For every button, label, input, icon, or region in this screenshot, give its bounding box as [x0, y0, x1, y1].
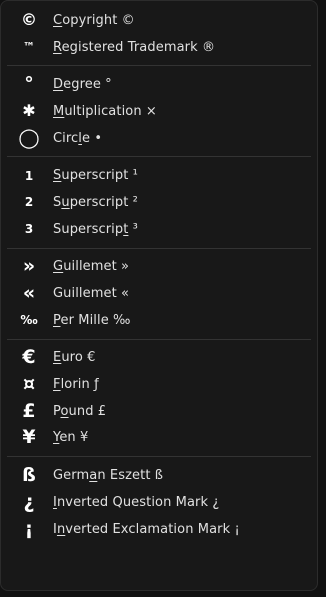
menu-item-per-mille[interactable]: ‰ Per Mille ‰ [1, 307, 317, 334]
menu-item-florin[interactable]: ¤ Florin ƒ [1, 371, 317, 398]
menu-item-label: Copyright © [53, 12, 135, 28]
menu-separator [7, 338, 311, 340]
inverted-question-mark-icon: ¿ [23, 490, 35, 513]
menu-item-label: Superscript ³ [53, 221, 138, 237]
menu-item-label: Inverted Exclamation Mark ¡ [53, 521, 240, 537]
menu-item-superscript-3[interactable]: 3 Superscript ³ [1, 216, 317, 243]
menu-separator [7, 156, 311, 158]
menu-item-label: Euro € [53, 350, 96, 366]
menu-item-label: Multiplication × [53, 103, 157, 119]
menu-item-label: German Eszett ß [53, 468, 164, 484]
menu-item-pound[interactable]: £ Pound £ [1, 398, 317, 425]
yen-icon: ¥ [22, 426, 36, 449]
menu-item-copyright[interactable]: © Copyright © [1, 7, 317, 34]
menu-item-euro[interactable]: € Euro € [1, 345, 317, 372]
menu-item-inverted-question-mark[interactable]: ¿ Inverted Question Mark ¿ [1, 489, 317, 516]
menu-separator [7, 247, 311, 249]
special-characters-menu: © Copyright © ™ Registered Trademark ® °… [0, 0, 318, 591]
trademark-icon: ™ [23, 40, 35, 55]
superscript-two-icon: 2 [24, 195, 34, 210]
menu-item-superscript-1[interactable]: 1 Superscript ¹ [1, 162, 317, 189]
menu-item-label: Florin ƒ [53, 377, 99, 393]
copyright-icon: © [21, 10, 37, 30]
circle-icon: ◯ [18, 126, 40, 149]
menu-item-guillemet-left[interactable]: « Guillemet « [1, 280, 317, 307]
menu-item-label: Superscript ¹ [53, 168, 138, 184]
menu-item-label: Guillemet » [53, 259, 130, 275]
eszett-icon: ß [22, 464, 36, 487]
menu-item-inverted-exclamation-mark[interactable]: ¡ Inverted Exclamation Mark ¡ [1, 516, 317, 543]
menu-item-german-eszett[interactable]: ß German Eszett ß [1, 462, 317, 489]
superscript-one-icon: 1 [24, 168, 34, 183]
per-mille-icon: ‰ [20, 313, 38, 328]
menu-item-label: Superscript ² [53, 194, 138, 210]
menu-item-label: Per Mille ‰ [53, 312, 131, 328]
menu-item-guillemet-right[interactable]: » Guillemet » [1, 254, 317, 281]
euro-icon: € [22, 346, 36, 369]
guillemet-left-icon: « [22, 282, 36, 305]
inverted-exclamation-mark-icon: ¡ [24, 517, 34, 540]
menu-item-circle[interactable]: ◯ Circle • [1, 125, 317, 152]
menu-item-label: Pound £ [53, 403, 107, 419]
menu-item-superscript-2[interactable]: 2 Superscript ² [1, 189, 317, 216]
menu-item-registered-trademark[interactable]: ™ Registered Trademark ® [1, 34, 317, 61]
superscript-three-icon: 3 [24, 222, 34, 237]
menu-item-multiplication[interactable]: ✱ Multiplication × [1, 98, 317, 125]
pound-icon: £ [22, 399, 36, 422]
florin-icon: ¤ [22, 373, 36, 396]
guillemet-right-icon: » [22, 255, 36, 278]
menu-item-yen[interactable]: ¥ Yen ¥ [1, 425, 317, 452]
multiplication-icon: ✱ [22, 101, 36, 121]
menu-item-label: Yen ¥ [53, 430, 89, 446]
menu-item-label: Guillemet « [53, 286, 130, 302]
menu-item-label: Inverted Question Mark ¿ [53, 494, 220, 510]
menu-item-label: Circle • [53, 130, 103, 146]
menu-item-label: Registered Trademark ® [53, 39, 216, 55]
menu-item-degree[interactable]: ° Degree ° [1, 71, 317, 98]
menu-item-label: Degree ° [53, 77, 112, 93]
menu-separator [7, 65, 311, 67]
menu-separator [7, 456, 311, 458]
degree-icon: ° [24, 73, 34, 96]
